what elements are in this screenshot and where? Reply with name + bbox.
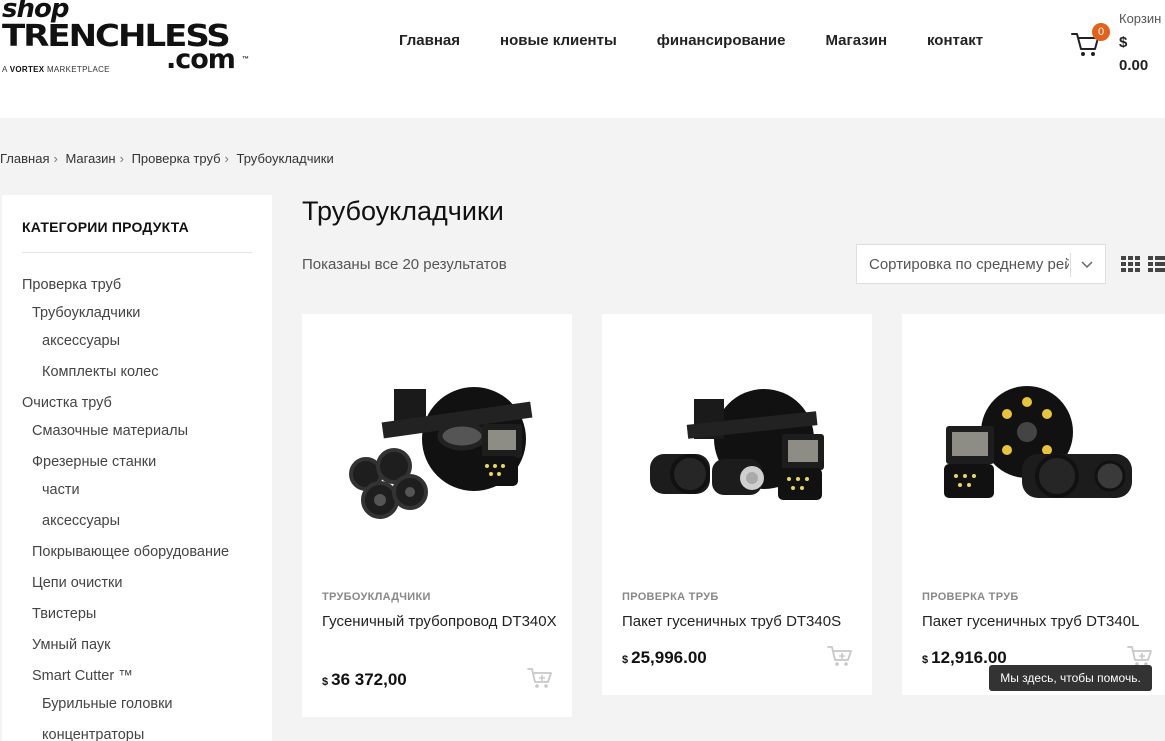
sort-selected-value: Сортировка по среднему рейтингу [869, 256, 1069, 273]
product-card[interactable]: ПРОВЕРКА ТРУБ Пакет гусеничных труб DT34… [902, 314, 1165, 695]
category-smart-spider[interactable]: Умный паук [32, 637, 110, 653]
product-image-crawler-dt340l[interactable] [902, 314, 1165, 574]
sidebar-title: КАТЕГОРИИ ПРОДУКТА [22, 219, 189, 235]
cart-total[interactable]: $ 0.00 [1119, 31, 1159, 77]
category-twisters[interactable]: Твистеры [32, 606, 96, 622]
price-currency: $ [922, 654, 929, 666]
price-currency: $ [622, 654, 629, 666]
breadcrumb-home[interactable]: Главная [0, 151, 49, 166]
help-chat-tooltip[interactable]: Мы здесь, чтобы помочь. [989, 665, 1152, 691]
list-view-icon[interactable] [1148, 255, 1165, 273]
breadcrumb-separator: › [224, 151, 229, 166]
sidebar-divider [22, 252, 252, 253]
product-price: $25,996.00 [622, 648, 707, 668]
breadcrumb-separator: › [119, 151, 124, 166]
product-categories-sidebar: КАТЕГОРИИ ПРОДУКТА Проверка труб Трубоук… [2, 195, 272, 741]
logo-tagline: A VORTEX MARKETPLACE [2, 65, 110, 74]
category-parts[interactable]: части [42, 482, 80, 498]
product-card[interactable]: ПРОВЕРКА ТРУБ Пакет гусеничных труб DT34… [602, 314, 872, 695]
breadcrumb-shop[interactable]: Магазин [65, 151, 115, 166]
logo-line-com: .com [166, 44, 236, 75]
product-category[interactable]: ПРОВЕРКА ТРУБ [922, 591, 1019, 603]
add-to-cart-icon[interactable] [827, 644, 853, 668]
category-coating-equipment[interactable]: Покрывающее оборудование [32, 544, 229, 560]
product-category[interactable]: ТРУБОУКЛАДЧИКИ [322, 591, 431, 603]
nav-shop[interactable]: Магазин [825, 32, 887, 49]
chevron-down-icon [1081, 261, 1093, 269]
product-name[interactable]: Пакет гусеничных труб DT340S [622, 611, 857, 633]
category-pipe-inspection[interactable]: Проверка труб [22, 277, 121, 293]
nav-financing[interactable]: финансирование [657, 32, 786, 49]
category-crawlers[interactable]: Трубоукладчики [32, 305, 140, 321]
cart-currency: $ [1119, 34, 1128, 51]
category-milling-machines[interactable]: Фрезерные станки [32, 454, 156, 470]
sort-select[interactable]: Сортировка по среднему рейтингу [856, 244, 1106, 284]
product-category[interactable]: ПРОВЕРКА ТРУБ [622, 591, 719, 603]
price-value: 25,996.00 [631, 648, 707, 667]
price-value: 36 372,00 [331, 670, 407, 689]
price-currency: $ [322, 676, 329, 688]
nav-home[interactable]: Главная [399, 32, 460, 49]
cart-total-value: 0.00 [1119, 57, 1149, 74]
nav-new-customers[interactable]: новые клиенты [500, 32, 617, 49]
product-image-crawler-dt340x[interactable] [302, 314, 572, 574]
breadcrumb-current: Трубоукладчики [236, 151, 334, 166]
nav-contact[interactable]: контакт [927, 32, 983, 49]
category-hubs[interactable]: концентраторы [42, 727, 144, 741]
category-smart-cutter[interactable]: Smart Cutter ™ [32, 668, 133, 684]
category-wheel-kits[interactable]: Комплекты колес [42, 364, 158, 380]
cart-count-badge: 0 [1092, 23, 1110, 41]
product-name[interactable]: Пакет гусеничных труб DT340L [922, 611, 1157, 633]
breadcrumb: Главная › Магазин › Проверка труб › Трубоук… [0, 151, 338, 166]
product-card[interactable]: ТРУБОУКЛАДЧИКИ Гусеничный трубопровод DT… [302, 314, 572, 717]
logo-trademark: ™ [242, 56, 249, 63]
product-image-crawler-dt340s[interactable] [602, 314, 872, 574]
sort-divider [1070, 253, 1071, 277]
category-accessories[interactable]: аксессуары [42, 333, 120, 349]
category-cleaning-chains[interactable]: Цепи очистки [32, 575, 123, 591]
cart-label[interactable]: Корзин [1119, 11, 1161, 26]
breadcrumb-pipe-inspection[interactable]: Проверка труб [132, 151, 221, 166]
category-lubricants[interactable]: Смазочные материалы [32, 423, 188, 439]
category-accessories-2[interactable]: аксессуары [42, 513, 120, 529]
add-to-cart-icon[interactable] [527, 666, 553, 690]
category-drill-heads[interactable]: Бурильные головки [42, 696, 173, 712]
page-title: Трубоукладчики [302, 196, 504, 226]
site-logo[interactable]: shop TRENCHLESS .com ™ A VORTEX MARKETPL… [0, 0, 260, 90]
product-price: $36 372,00 [322, 670, 407, 690]
result-count: Показаны все 20 результатов [302, 256, 507, 273]
grid-view-icon[interactable] [1121, 255, 1141, 273]
site-header: shop TRENCHLESS .com ™ A VORTEX MARKETPL… [0, 0, 1165, 118]
main-navigation: Главная новые клиенты финансирование Маг… [399, 32, 1023, 49]
breadcrumb-separator: › [53, 151, 58, 166]
product-name[interactable]: Гусеничный трубопровод DT340X [322, 611, 557, 633]
category-pipe-cleaning[interactable]: Очистка труб [22, 395, 112, 411]
